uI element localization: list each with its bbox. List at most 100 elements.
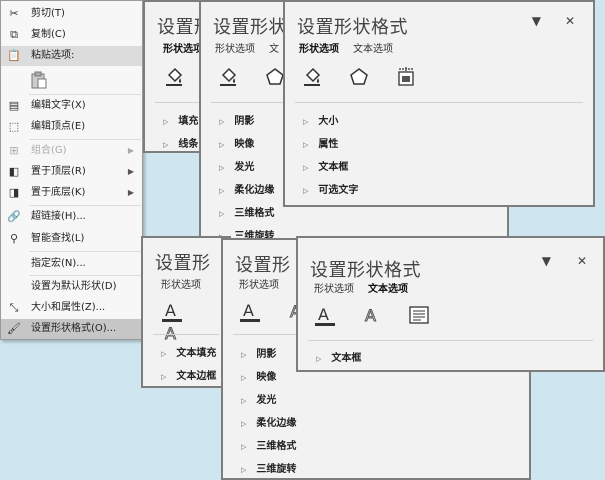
close-icon[interactable]: ✕ — [565, 14, 575, 28]
section-3d-rotation[interactable]: ▷ 三维旋转 — [241, 460, 296, 475]
section-soft-edges[interactable]: ▷ 柔化边缘 — [241, 414, 296, 429]
menu-item-label: 超链接(H)... — [31, 211, 86, 222]
section-text-outline[interactable]: ▷ 文本边框 — [161, 367, 216, 382]
svg-text:A: A — [243, 301, 254, 320]
paste-keep-format-icon[interactable] — [31, 71, 47, 89]
tab-shape-options[interactable]: 形状选项 — [239, 276, 279, 291]
expand-triangle-icon: ▷ — [303, 118, 309, 126]
menu-item-label: 设置为默认形状(D) — [31, 281, 117, 292]
text-box-layout-icon[interactable] — [408, 304, 430, 326]
section-glow[interactable]: ▷ 发光 — [241, 391, 276, 406]
section-label: 三维格式 — [234, 208, 275, 219]
menu-item-label: 编辑文字(X) — [31, 100, 86, 111]
text-fill-outline-icon[interactable]: A — [314, 304, 336, 326]
size-properties-icon: ⤡ — [9, 301, 19, 314]
tab-shape-options[interactable]: 形状选项 — [215, 40, 255, 55]
tab-shape-options[interactable]: 形状选项 — [161, 276, 201, 291]
text-effects-icon[interactable]: A — [161, 322, 183, 344]
menu-item-edit-points[interactable]: ⬚ 编辑顶点(E) — [1, 117, 142, 137]
menu-item-copy[interactable]: ⧉ 复制(C) — [1, 25, 142, 45]
section-label: 文本边框 — [176, 371, 217, 382]
expand-triangle-icon: ▷ — [303, 164, 309, 172]
section-fill[interactable]: ▷ 填充 — [163, 112, 198, 127]
menu-item-label: 智能查找(L) — [31, 233, 85, 244]
menu-item-group[interactable]: ⊞ 组合(G) ▶ — [1, 141, 142, 161]
fill-line-icon[interactable] — [301, 66, 323, 88]
pane-options-dropdown-icon[interactable]: ▼ — [532, 14, 541, 28]
tab-text-options[interactable]: 文本选项 — [368, 280, 408, 295]
fill-line-icon[interactable] — [163, 66, 185, 88]
effects-pentagon-icon[interactable] — [348, 66, 370, 88]
section-label: 阴影 — [256, 349, 277, 360]
section-3d-format[interactable]: ▷ 三维格式 — [219, 204, 274, 219]
menu-item-assign-macro[interactable]: 指定宏(N)... — [1, 254, 142, 274]
paste-icon: 📋 — [7, 49, 21, 62]
tab-shape-options[interactable]: 形状选项 — [314, 280, 354, 295]
expand-triangle-icon: ▷ — [161, 373, 167, 381]
menu-item-label: 编辑顶点(E) — [31, 121, 86, 132]
tab-text-options[interactable]: 文 — [269, 40, 279, 55]
pane-title: 设置形状 — [213, 17, 287, 38]
section-label: 阴影 — [234, 116, 255, 127]
menu-item-format-shape[interactable]: 🖌 设置形状格式(O)... — [1, 319, 142, 339]
menu-item-cut[interactable]: ✂ 剪切(T) — [1, 4, 142, 24]
svg-text:A: A — [318, 305, 329, 324]
section-properties[interactable]: ▷ 属性 — [303, 135, 338, 150]
tab-shape-options[interactable]: 形状选项 — [299, 40, 339, 55]
section-reflection[interactable]: ▷ 映像 — [219, 135, 254, 150]
menu-item-hyperlink[interactable]: 🔗 超链接(H)... — [1, 207, 142, 227]
format-text-pane-textbox: 设置形状格式 ▼ ✕ 形状选项 文本选项 A A ▷ 文本框 — [296, 236, 605, 372]
menu-item-edit-text[interactable]: ▤ 编辑文字(X) — [1, 96, 142, 116]
close-icon[interactable]: ✕ — [577, 254, 587, 268]
expand-triangle-icon: ▷ — [219, 187, 225, 195]
menu-item-size-properties[interactable]: ⤡ 大小和属性(Z)... — [1, 298, 142, 318]
format-shape-pane-size: 设置形状格式 ▼ ✕ 形状选项 文本选项 ▷ 大小 ▷ 属性 ▷ 文本框 ▷ 可选文字 — [283, 0, 595, 207]
section-line[interactable]: ▷ 线条 — [163, 135, 198, 150]
text-effects-icon[interactable]: A — [361, 304, 383, 326]
menu-separator — [29, 275, 141, 276]
section-text-box[interactable]: ▷ 文本框 — [303, 158, 348, 173]
section-alt-text[interactable]: ▷ 可选文字 — [303, 181, 358, 196]
section-label: 三维旋转 — [256, 464, 297, 475]
pane-options-dropdown-icon[interactable]: ▼ — [542, 254, 551, 268]
section-3d-format[interactable]: ▷ 三维格式 — [241, 437, 296, 452]
section-soft-edges[interactable]: ▷ 柔化边缘 — [219, 181, 274, 196]
menu-separator — [29, 94, 141, 95]
menu-item-label: 粘贴选项: — [31, 50, 75, 61]
section-label: 文本填充 — [176, 348, 217, 359]
expand-triangle-icon: ▷ — [303, 141, 309, 149]
text-fill-outline-icon[interactable]: A — [161, 300, 183, 322]
text-fill-outline-icon[interactable]: A — [239, 300, 261, 322]
menu-item-bring-to-front[interactable]: ◧ 置于顶层(R) ▶ — [1, 162, 142, 182]
menu-item-smart-lookup[interactable]: ⚲ 智能查找(L) — [1, 229, 142, 249]
context-menu: ✂ 剪切(T) ⧉ 复制(C) 📋 粘贴选项: ▤ 编辑文字(X) ⬚ 编辑顶点… — [0, 0, 143, 340]
section-label: 大小 — [318, 116, 339, 127]
section-shadow[interactable]: ▷ 阴影 — [219, 112, 254, 127]
menu-item-send-to-back[interactable]: ◨ 置于底层(K) ▶ — [1, 183, 142, 203]
section-size[interactable]: ▷ 大小 — [303, 112, 338, 127]
size-properties-icon[interactable] — [395, 66, 417, 88]
bring-front-icon: ◧ — [8, 165, 20, 178]
menu-item-label: 组合(G) — [31, 145, 67, 156]
tab-shape-options[interactable]: 形状选项 — [163, 40, 203, 55]
pane-title: 设置形 — [155, 253, 211, 274]
menu-item-label: 指定宏(N)... — [31, 258, 86, 269]
submenu-arrow-icon: ▶ — [127, 146, 134, 155]
expand-triangle-icon: ▷ — [219, 164, 225, 172]
menu-item-label: 复制(C) — [31, 29, 66, 40]
tab-text-options[interactable]: 文本选项 — [353, 40, 393, 55]
section-shadow[interactable]: ▷ 阴影 — [241, 345, 276, 360]
section-label: 映像 — [234, 139, 255, 150]
expand-triangle-icon: ▷ — [241, 351, 247, 359]
menu-item-set-default-shape[interactable]: 设置为默认形状(D) — [1, 277, 142, 297]
format-brush-icon: 🖌 — [7, 322, 21, 335]
section-text-fill[interactable]: ▷ 文本填充 — [161, 344, 216, 359]
submenu-arrow-icon: ▶ — [127, 188, 134, 197]
expand-triangle-icon: ▷ — [316, 355, 322, 363]
section-label: 文本框 — [318, 162, 349, 173]
section-text-box[interactable]: ▷ 文本框 — [316, 349, 361, 364]
section-reflection[interactable]: ▷ 映像 — [241, 368, 276, 383]
section-glow[interactable]: ▷ 发光 — [219, 158, 254, 173]
expand-triangle-icon: ▷ — [163, 118, 169, 126]
fill-line-icon[interactable] — [217, 66, 239, 88]
